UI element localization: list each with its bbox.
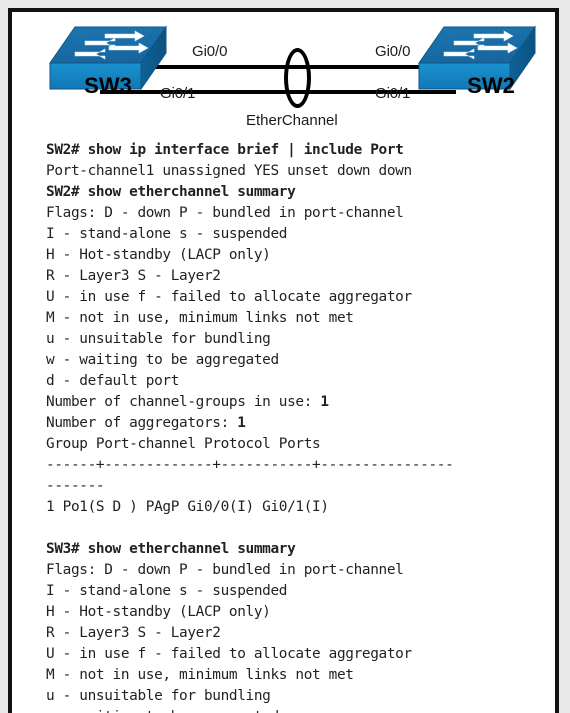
- cli-blank-line: [46, 518, 555, 539]
- cli-output-line: I - stand-alone s - suspended: [46, 226, 288, 242]
- iface-label-sw2-gi0-1: Gi0/1: [375, 85, 411, 102]
- switch-sw2: SW2: [418, 25, 550, 103]
- iface-label-sw2-gi0-0: Gi0/0: [375, 43, 411, 60]
- figure-frame: SW3 SW2 Gi0/0 Gi0/1 Gi0/0 Gi0/1 EtherCha…: [8, 8, 559, 713]
- cli-output-line: U - in use f - failed to allocate aggreg…: [46, 289, 412, 305]
- cli-output-line: I - stand-alone s - suspended: [46, 583, 288, 599]
- etherchannel-bundle-ellipse: [284, 48, 311, 108]
- cli-output-line: w - waiting to be aggregated: [46, 352, 279, 368]
- cli-output-line: -------: [46, 478, 105, 494]
- cli-command-line: SW2# show ip interface brief | include P…: [46, 142, 404, 158]
- cli-output-line: H - Hot-standby (LACP only): [46, 604, 271, 620]
- cli-output-line: Group Port-channel Protocol Ports: [46, 436, 321, 452]
- switch-icon: [418, 25, 536, 91]
- cli-command-line: SW3# show etherchannel summary: [46, 541, 296, 557]
- cli-output-line: Flags: D - down P - bundled in port-chan…: [46, 562, 404, 578]
- cli-output-line: u - unsuitable for bundling: [46, 331, 271, 347]
- cli-output-line: ------+-------------+-----------+-------…: [46, 457, 454, 473]
- cli-output: SW2# show ip interface brief | include P…: [46, 140, 555, 713]
- cli-output-line: w - waiting to be aggregated: [46, 707, 555, 713]
- iface-label-sw3-gi0-1: Gi0/1: [160, 85, 196, 102]
- cli-output-line: u - unsuitable for bundling: [46, 688, 271, 704]
- etherchannel-label: EtherChannel: [246, 112, 338, 129]
- cli-output-line: H - Hot-standby (LACP only): [46, 247, 271, 263]
- cli-output-line: Number of aggregators: 1: [46, 415, 246, 431]
- cli-output-line: Number of channel-groups in use: 1: [46, 394, 329, 410]
- cli-command-line: SW2# show etherchannel summary: [46, 184, 296, 200]
- cli-output-line: M - not in use, minimum links not met: [46, 310, 354, 326]
- network-topology-diagram: SW3 SW2 Gi0/0 Gi0/1 Gi0/0 Gi0/1 EtherCha…: [12, 12, 555, 134]
- cli-output-line: 1 Po1(S D ) PAgP Gi0/0(I) Gi0/1(I): [46, 499, 329, 515]
- iface-label-sw3-gi0-0: Gi0/0: [192, 43, 228, 60]
- cli-output-line: R - Layer3 S - Layer2: [46, 268, 221, 284]
- cli-output-line: R - Layer3 S - Layer2: [46, 625, 221, 641]
- cli-output-line: d - default port: [46, 373, 180, 389]
- cli-output-line: U - in use f - failed to allocate aggreg…: [46, 646, 412, 662]
- figure-canvas: SW3 SW2 Gi0/0 Gi0/1 Gi0/0 Gi0/1 EtherCha…: [0, 0, 570, 713]
- cli-output-line: Flags: D - down P - bundled in port-chan…: [46, 205, 404, 221]
- cli-output-line: M - not in use, minimum links not met: [46, 667, 354, 683]
- cli-output-line: Port-channel1 unassigned YES unset down …: [46, 163, 412, 179]
